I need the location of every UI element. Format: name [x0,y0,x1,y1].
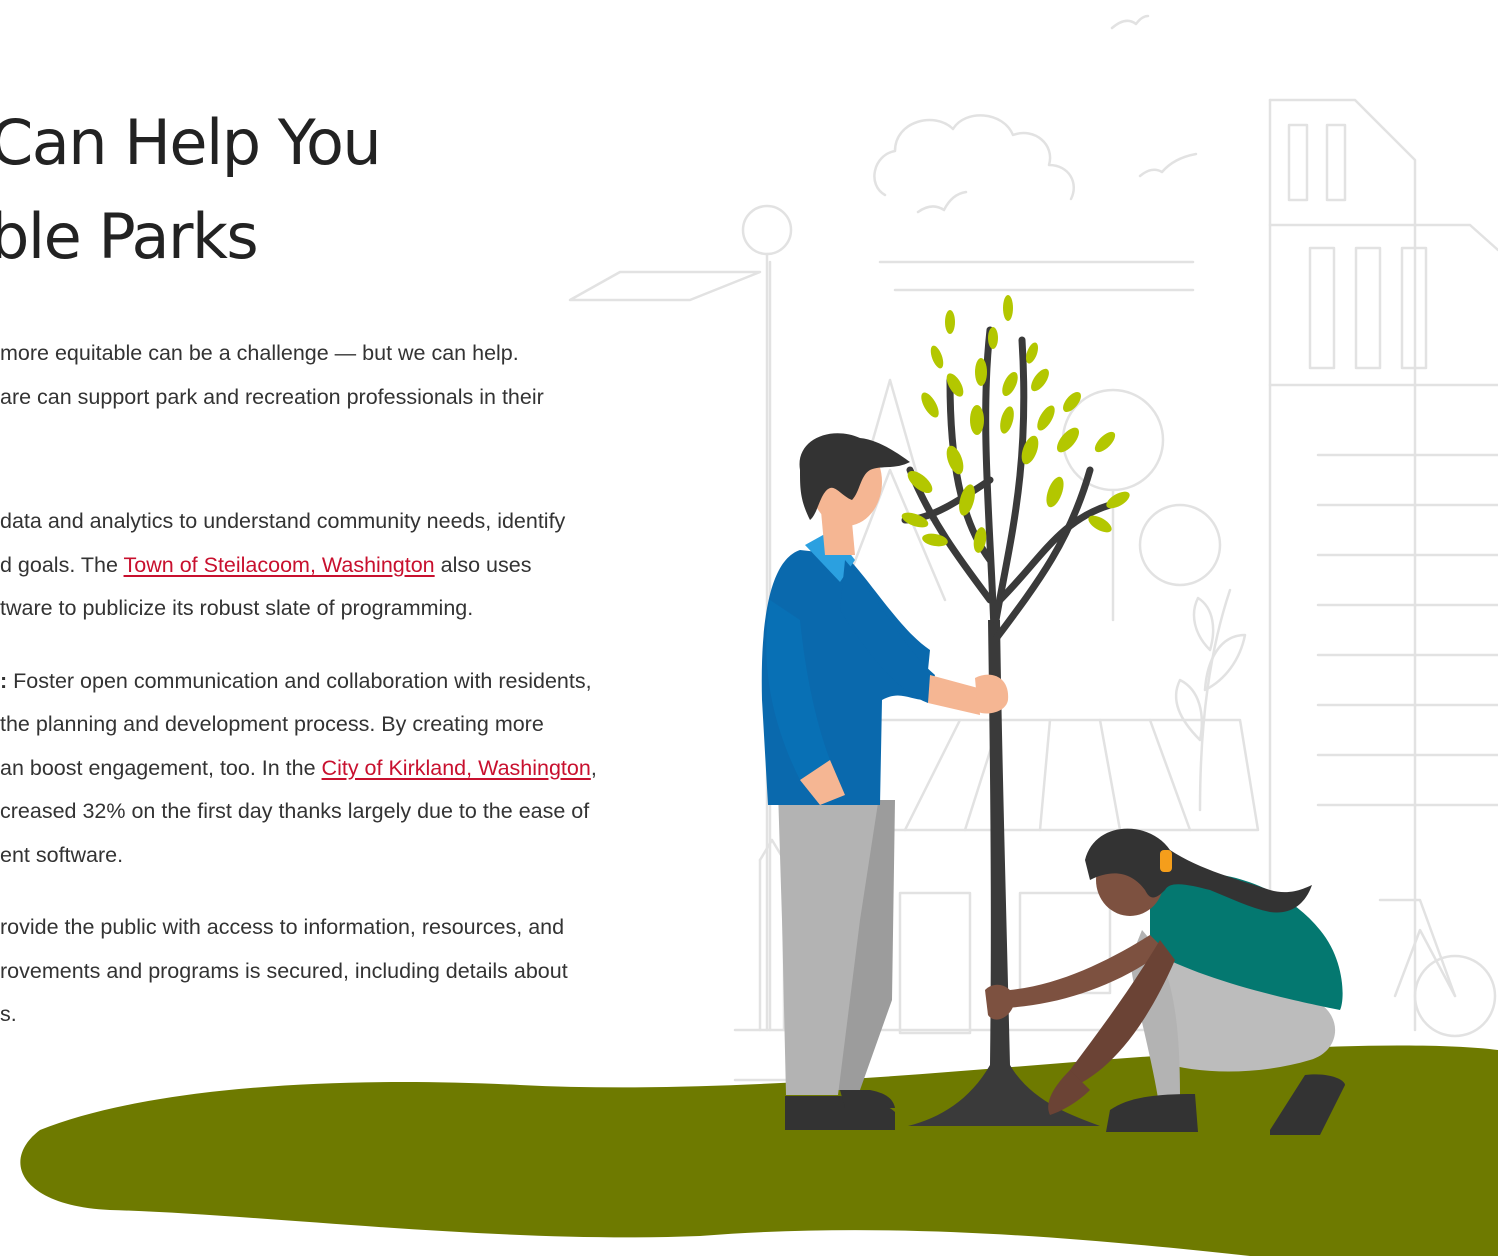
tree-planting-illustration [20,14,1498,1256]
background-line-art [568,14,1498,1082]
grass-ground [20,1045,1498,1256]
